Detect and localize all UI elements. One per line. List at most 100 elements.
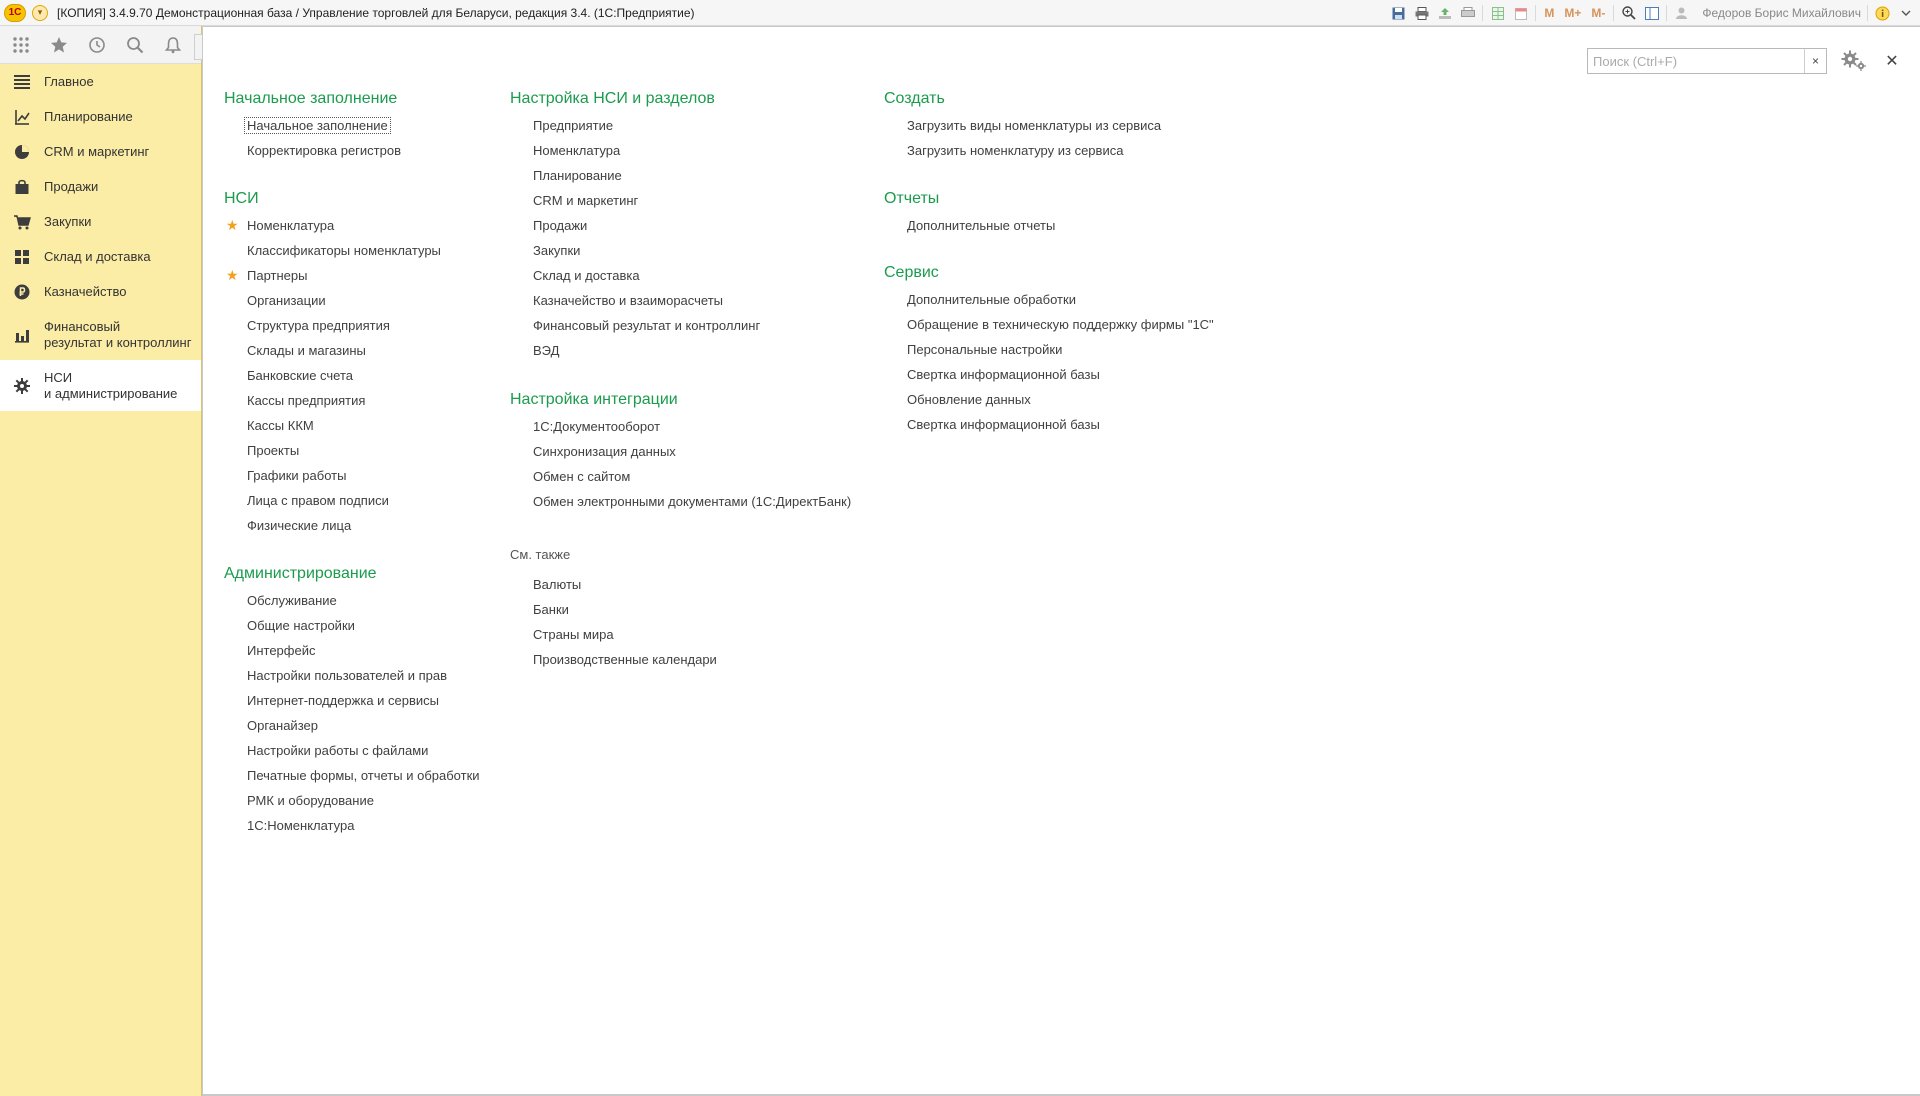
upload-icon[interactable] <box>1436 5 1453 22</box>
sidebar-item-planning[interactable]: Планирование <box>0 99 201 134</box>
search-clear-button[interactable]: × <box>1804 49 1826 73</box>
link-кассы-ккм[interactable]: Кассы ККМ <box>224 413 441 438</box>
link-корректировка-регистров[interactable]: Корректировка регистров <box>224 138 401 163</box>
link-обновление-данных[interactable]: Обновление данных <box>884 387 1214 412</box>
link-планирование[interactable]: Планирование <box>510 163 760 188</box>
favorite-star-icon[interactable]: ★ <box>226 263 239 288</box>
sidebar-item-warehouse[interactable]: Склад и доставка <box>0 239 201 274</box>
link-label: Склады и магазины <box>247 343 366 358</box>
history-icon[interactable] <box>82 30 112 60</box>
link-label: Загрузить номенклатуру из сервиса <box>907 143 1124 158</box>
panel-settings-gear-icon[interactable] <box>1839 48 1869 74</box>
panels-layout-icon[interactable] <box>1643 5 1660 22</box>
link-закупки[interactable]: Закупки <box>510 238 760 263</box>
sidebar-item-main[interactable]: Главное <box>0 64 201 99</box>
search-input[interactable] <box>1588 49 1804 73</box>
link-label: Структура предприятия <box>247 318 390 333</box>
sidebar-item-crm[interactable]: CRM и маркетинг <box>0 134 201 169</box>
link-обмен-с-сайтом[interactable]: Обмен с сайтом <box>510 464 851 489</box>
calendar-icon[interactable] <box>1512 5 1529 22</box>
link-финансовый-результат-и-контроллинг[interactable]: Финансовый результат и контроллинг <box>510 313 760 338</box>
section-title: НСИ <box>224 190 259 207</box>
link-свертка-информационной-базы[interactable]: Свертка информационной базы <box>884 362 1214 387</box>
link-начальное-заполнение[interactable]: Начальное заполнение <box>224 113 401 138</box>
link-физические-лица[interactable]: Физические лица <box>224 513 441 538</box>
print-preview-icon[interactable] <box>1459 5 1476 22</box>
link-проекты[interactable]: Проекты <box>224 438 441 463</box>
app-logo-icon[interactable]: 1С <box>4 3 26 22</box>
link-казначейство-и-взаиморасчеты[interactable]: Казначейство и взаиморасчеты <box>510 288 760 313</box>
favorite-star-icon[interactable]: ★ <box>226 213 239 238</box>
link-загрузить-виды-номенклатуры-из-сервиса[interactable]: Загрузить виды номенклатуры из сервиса <box>884 113 1161 138</box>
spreadsheet-icon[interactable] <box>1489 5 1506 22</box>
link-структура-предприятия[interactable]: Структура предприятия <box>224 313 441 338</box>
link-настройки-работы-с-файлами[interactable]: Настройки работы с файлами <box>224 738 480 763</box>
sidebar-item-treasury[interactable]: Казначейство <box>0 274 201 309</box>
search-icon[interactable] <box>120 30 150 60</box>
link-свертка-информационной-базы[interactable]: Свертка информационной базы <box>884 412 1214 437</box>
link-рмк-и-оборудование[interactable]: РМК и оборудование <box>224 788 480 813</box>
sidebar-item-nsi-administration[interactable]: НСИ и администрирование <box>0 360 201 411</box>
sidebar-toolbar <box>0 26 201 64</box>
link-лица-с-правом-подписи[interactable]: Лица с правом подписи <box>224 488 441 513</box>
all-functions-grid-icon[interactable] <box>6 30 36 60</box>
link-настройки-пользователей-и-прав[interactable]: Настройки пользователей и прав <box>224 663 480 688</box>
main-menu-button[interactable]: ▾ <box>32 4 48 21</box>
notifications-bell-icon[interactable] <box>158 30 188 60</box>
link-номенклатура[interactable]: ★ Номенклатура <box>224 213 441 238</box>
link-обращение-в-техническую-поддержку-фирмы-1с[interactable]: Обращение в техническую поддержку фирмы … <box>884 312 1214 337</box>
sidebar-item-sales[interactable]: Продажи <box>0 169 201 204</box>
link-интернет-поддержка-и-сервисы[interactable]: Интернет-поддержка и сервисы <box>224 688 480 713</box>
link-дополнительные-обработки[interactable]: Дополнительные обработки <box>884 287 1214 312</box>
link-персональные-настройки[interactable]: Персональные настройки <box>884 337 1214 362</box>
link-печатные-формы-отчеты-и-обработки[interactable]: Печатные формы, отчеты и обработки <box>224 763 480 788</box>
link-интерфейс[interactable]: Интерфейс <box>224 638 480 663</box>
link-классификаторы-номенклатуры[interactable]: Классификаторы номенклатуры <box>224 238 441 263</box>
link-синхронизация-данных[interactable]: Синхронизация данных <box>510 439 851 464</box>
print-icon[interactable] <box>1413 5 1430 22</box>
link-1с-документооборот[interactable]: 1С:Документооборот <box>510 414 851 439</box>
link-label: Интернет-поддержка и сервисы <box>247 693 440 708</box>
current-user-name[interactable]: Федоров Борис Михайлович <box>1702 6 1861 20</box>
link-номенклатура[interactable]: Номенклатура <box>510 138 760 163</box>
link-склад-и-доставка[interactable]: Склад и доставка <box>510 263 760 288</box>
link-загрузить-номенклатуру-из-сервиса[interactable]: Загрузить номенклатуру из сервиса <box>884 138 1161 163</box>
link-кассы-предприятия[interactable]: Кассы предприятия <box>224 388 441 413</box>
link-валюты[interactable]: Валюты <box>510 572 717 597</box>
info-icon[interactable] <box>1874 5 1891 22</box>
link-производственные-календари[interactable]: Производственные календари <box>510 647 717 672</box>
link-общие-настройки[interactable]: Общие настройки <box>224 613 480 638</box>
link-crm-и-маркетинг[interactable]: CRM и маркетинг <box>510 188 760 213</box>
link-органайзер[interactable]: Органайзер <box>224 713 480 738</box>
link-продажи[interactable]: Продажи <box>510 213 760 238</box>
favorites-star-icon[interactable] <box>44 30 74 60</box>
memory-m-plus-button[interactable]: M+ <box>1562 6 1583 20</box>
link-обмен-электронными-документами-1с-директбанк[interactable]: Обмен электронными документами (1С:Дирек… <box>510 489 851 514</box>
sidebar-item-label: Казначейство <box>44 283 127 299</box>
link-дополнительные-отчеты[interactable]: Дополнительные отчеты <box>884 213 1055 238</box>
memory-m-minus-button[interactable]: M- <box>1589 6 1607 20</box>
link-банковские-счета[interactable]: Банковские счета <box>224 363 441 388</box>
link-партнеры[interactable]: ★ Партнеры <box>224 263 441 288</box>
link-обслуживание[interactable]: Обслуживание <box>224 588 480 613</box>
zoom-icon[interactable] <box>1620 5 1637 22</box>
link-вэд[interactable]: ВЭД <box>510 338 760 363</box>
link-банки[interactable]: Банки <box>510 597 717 622</box>
chevron-down-icon[interactable] <box>1897 5 1914 22</box>
link-графики-работы[interactable]: Графики работы <box>224 463 441 488</box>
link-склады-и-магазины[interactable]: Склады и магазины <box>224 338 441 363</box>
planning-icon <box>12 107 32 127</box>
sidebar-item-purchases[interactable]: Закупки <box>0 204 201 239</box>
memory-m-button[interactable]: M <box>1542 6 1556 20</box>
save-icon[interactable] <box>1390 5 1407 22</box>
link-страны-мира[interactable]: Страны мира <box>510 622 717 647</box>
close-panel-button[interactable]: ✕ <box>1879 48 1905 74</box>
link-организации[interactable]: Организации <box>224 288 441 313</box>
link-1с-номенклатура[interactable]: 1С:Номенклатура <box>224 813 480 838</box>
toolbar-separator <box>1867 5 1868 21</box>
sidebar-item-label: Склад и доставка <box>44 248 151 264</box>
link-предприятие[interactable]: Предприятие <box>510 113 760 138</box>
link-label: Свертка информационной базы <box>907 417 1100 432</box>
sidebar-item-financial-result[interactable]: Финансовый результат и контроллинг <box>0 309 201 360</box>
link-label: Персональные настройки <box>907 342 1063 357</box>
